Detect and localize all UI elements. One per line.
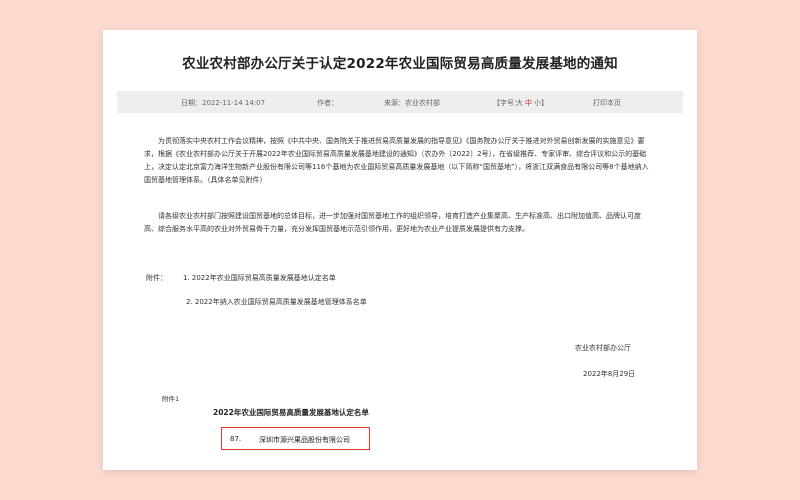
entry-company: 深圳市源兴果品股份有限公司: [259, 436, 350, 444]
meta-author: 作者：: [317, 99, 338, 107]
annex-title: 2022年农业国际贸易高质量发展基地认定名单: [213, 408, 369, 417]
highlighted-entry: 87. 深圳市源兴果品股份有限公司: [221, 427, 370, 450]
font-size-small-link[interactable]: 小: [534, 98, 541, 108]
print-page-link[interactable]: 打印本页: [593, 98, 621, 108]
signature-date: 2022年8月29日: [583, 370, 636, 378]
article-title: 农业农村部办公厅关于认定2022年农业国际贸易高质量发展基地的通知: [182, 56, 618, 72]
font-size-close: 】: [541, 99, 548, 107]
meta-source: 来源：农业农村部: [384, 99, 440, 107]
attachments-label: 附件：: [146, 274, 167, 282]
signature-org: 农业农村部办公厅: [575, 344, 631, 352]
font-size-large-link[interactable]: 大: [516, 98, 523, 108]
annex-label: 附件1: [162, 395, 180, 403]
font-size-medium-link[interactable]: 中: [525, 98, 532, 108]
entry-number: 87.: [230, 435, 242, 443]
meta-date: 日期：2022-11-14 14:07: [181, 99, 266, 107]
article-card: 农业农村部办公厅关于认定2022年农业国际贸易高质量发展基地的通知 日期：202…: [103, 30, 697, 470]
body-paragraph-2: 请各级农业农村部门按照建设国贸基地的总体目标，进一步加强对国贸基地工作的组织领导…: [144, 212, 641, 233]
attachment-link-2[interactable]: 2. 2022年纳入农业国际贸易高质量发展基地管理体系名单: [186, 297, 367, 307]
body-paragraph-1: 为贯彻落实中央农村工作会议精神，按照《中共中央、国务院关于推进贸易高质量发展的指…: [144, 137, 649, 184]
meta-bar: 日期：2022-11-14 14:07 作者： 来源：农业农村部 【字号： 大 …: [117, 91, 683, 113]
attachment-link-1[interactable]: 1. 2022年农业国际贸易高质量发展基地认定名单: [183, 273, 336, 283]
